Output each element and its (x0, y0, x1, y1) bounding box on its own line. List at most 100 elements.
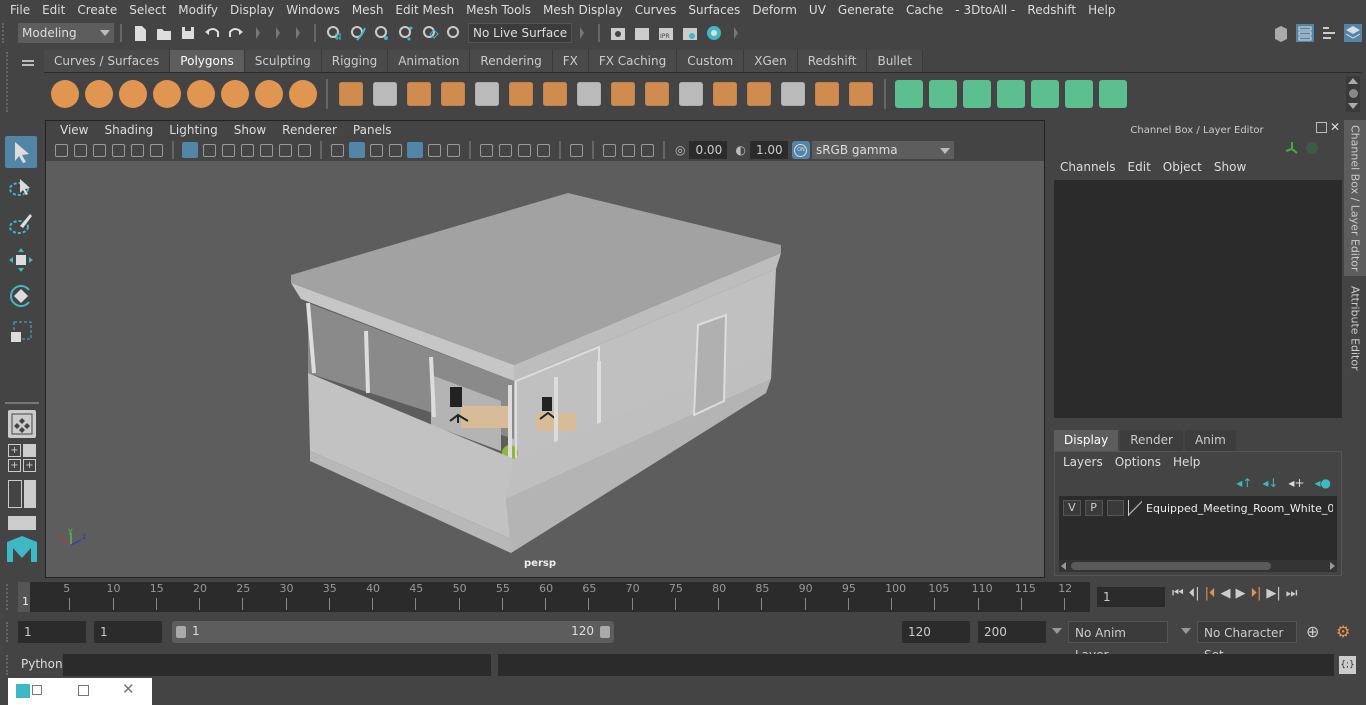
menu-redshift[interactable]: Redshift (1021, 3, 1082, 17)
range-end-handle[interactable] (600, 626, 610, 638)
camera-icon[interactable] (55, 143, 68, 157)
command-input[interactable] (63, 654, 491, 676)
lasso-tool-button[interactable] (5, 172, 37, 204)
axis-manipulator-icon[interactable] (1284, 140, 1300, 159)
field-chart-icon[interactable] (260, 143, 273, 157)
shelf-tab-sculpting[interactable]: Sculpting (244, 50, 322, 72)
safe-title-icon[interactable] (298, 143, 311, 157)
extract-icon[interactable] (509, 81, 533, 106)
menu-edit-mesh[interactable]: Edit Mesh (389, 3, 460, 17)
resolution-gate-icon[interactable] (222, 143, 235, 157)
attribute-editor-side-tab[interactable]: Attribute Editor (1344, 280, 1366, 376)
layer-menu-help[interactable]: Help (1167, 455, 1206, 469)
safe-action-icon[interactable] (279, 143, 292, 157)
mode-dropdown[interactable]: Modeling (18, 23, 114, 43)
next-key-icon[interactable]: ⏵| (1250, 586, 1261, 601)
spherical-map-icon[interactable] (963, 79, 991, 108)
move-layer-down-icon[interactable]: ◂↓ (1262, 476, 1278, 490)
menu-edit[interactable]: Edit (36, 3, 71, 17)
rotate-tool-button[interactable] (5, 280, 37, 312)
automatic-map-icon[interactable] (997, 79, 1025, 108)
poly-torus-icon[interactable] (221, 79, 249, 108)
drag-handle[interactable] (6, 584, 10, 610)
menu-mesh-tools[interactable]: Mesh Tools (460, 3, 537, 17)
xray-icon[interactable] (407, 142, 423, 158)
menu-cache[interactable]: Cache (900, 3, 949, 17)
scroll-left-icon[interactable] (1061, 562, 1066, 570)
planar-map-icon[interactable] (895, 79, 923, 108)
display-type-toggle[interactable] (1106, 500, 1125, 516)
edge-loop-icon[interactable] (713, 81, 737, 106)
anim-prefs-icon[interactable]: ⚙ (1336, 622, 1350, 641)
drag-handle[interactable] (2, 23, 16, 43)
layer-menu-options[interactable]: Options (1109, 455, 1167, 469)
go-to-end-icon[interactable]: ⏭ (1286, 586, 1298, 601)
drag-handle[interactable] (6, 52, 10, 112)
step-forward-icon[interactable]: ▶| (1266, 586, 1280, 601)
scroll-up-icon[interactable] (1348, 78, 1358, 84)
uv-editor-icon[interactable] (1065, 79, 1093, 108)
chevron-down-icon[interactable] (1181, 628, 1191, 634)
new-layer-icon[interactable]: ◂+ (1288, 476, 1304, 490)
snap-live-icon[interactable] (445, 24, 463, 42)
drag-handle[interactable] (6, 655, 10, 675)
color-management-toggle[interactable]: ON (791, 141, 810, 159)
scroll-thumb[interactable] (1071, 562, 1271, 570)
prev-key-icon[interactable]: |⏴ (1205, 586, 1216, 601)
insert-loop-icon[interactable] (747, 81, 771, 106)
layer-name[interactable]: Equipped_Meeting_Room_White_001 (1146, 502, 1333, 515)
shelf-tab-polygons[interactable]: Polygons (170, 50, 245, 72)
2d-pan-icon[interactable] (131, 143, 144, 157)
color-space-dropdown[interactable]: sRGB gamma (811, 141, 954, 159)
move-layer-up-icon[interactable]: ◂↑ (1236, 476, 1252, 490)
cleanup-icon[interactable] (475, 81, 499, 106)
lights-icon[interactable] (428, 143, 441, 157)
shelf-tab-curves-surfaces[interactable]: Curves / Surfaces (44, 50, 171, 72)
poly-cylinder-icon[interactable] (119, 79, 147, 108)
outliner-layout-button[interactable] (8, 480, 36, 508)
shelf-tab-bullet[interactable]: Bullet (867, 50, 924, 72)
new-scene-icon[interactable] (131, 24, 149, 42)
append-icon[interactable] (679, 81, 703, 106)
chevron-down-icon[interactable] (1052, 628, 1062, 634)
aa-icon[interactable] (518, 143, 531, 157)
step-back-frame-icon[interactable]: ◀ (1220, 586, 1230, 601)
open-scene-icon[interactable] (155, 24, 173, 42)
channel-box-toggle-icon[interactable] (1344, 24, 1362, 42)
menu-help[interactable]: Help (1082, 3, 1121, 17)
modeling-toolkit-icon[interactable] (1272, 24, 1290, 42)
shadows-icon[interactable] (447, 143, 460, 157)
menu-windows[interactable]: Windows (280, 3, 346, 17)
layer-color-swatch[interactable] (1128, 500, 1143, 516)
poly-cube-icon[interactable] (85, 79, 113, 108)
menu-create[interactable]: Create (71, 3, 123, 17)
bridge-icon[interactable] (611, 81, 635, 106)
playback-end-field[interactable]: 120 (902, 621, 970, 643)
poly-pyramid-icon[interactable] (255, 79, 283, 108)
shelf-tab-fx-caching[interactable]: FX Caching (588, 50, 678, 72)
auto-key-icon[interactable]: ⊕ (1306, 622, 1319, 641)
scale-tool-button[interactable] (5, 316, 37, 348)
collapse-arrow-icon[interactable] (276, 27, 280, 39)
shelf-tab-rigging[interactable]: Rigging (321, 50, 389, 72)
poly-cone-icon[interactable] (153, 79, 181, 108)
bevel-icon[interactable] (645, 81, 669, 106)
graph-layout-button[interactable] (8, 516, 36, 530)
redo-icon[interactable] (227, 24, 245, 42)
shelf-tab-fx[interactable]: FX (552, 50, 589, 72)
attribute-editor-toggle-icon[interactable] (1296, 24, 1314, 42)
poly-platonic-icon[interactable] (187, 79, 215, 108)
menu-surfaces[interactable]: Surfaces (682, 3, 746, 17)
playback-toggle[interactable]: P (1084, 500, 1103, 516)
current-frame-field[interactable]: 1 (1097, 587, 1165, 607)
merge-icon[interactable] (781, 81, 805, 106)
menu-mesh-display[interactable]: Mesh Display (537, 3, 629, 17)
save-scene-icon[interactable] (179, 24, 197, 42)
float-panel-icon[interactable] (1316, 122, 1327, 133)
multi-cut-icon[interactable] (543, 81, 567, 106)
maximize-icon[interactable] (78, 685, 89, 696)
extrude-icon[interactable] (577, 81, 601, 106)
paint-select-tool-button[interactable] (5, 208, 37, 240)
snap-surface-icon[interactable] (421, 24, 439, 42)
camera-attr-icon[interactable] (74, 143, 87, 157)
